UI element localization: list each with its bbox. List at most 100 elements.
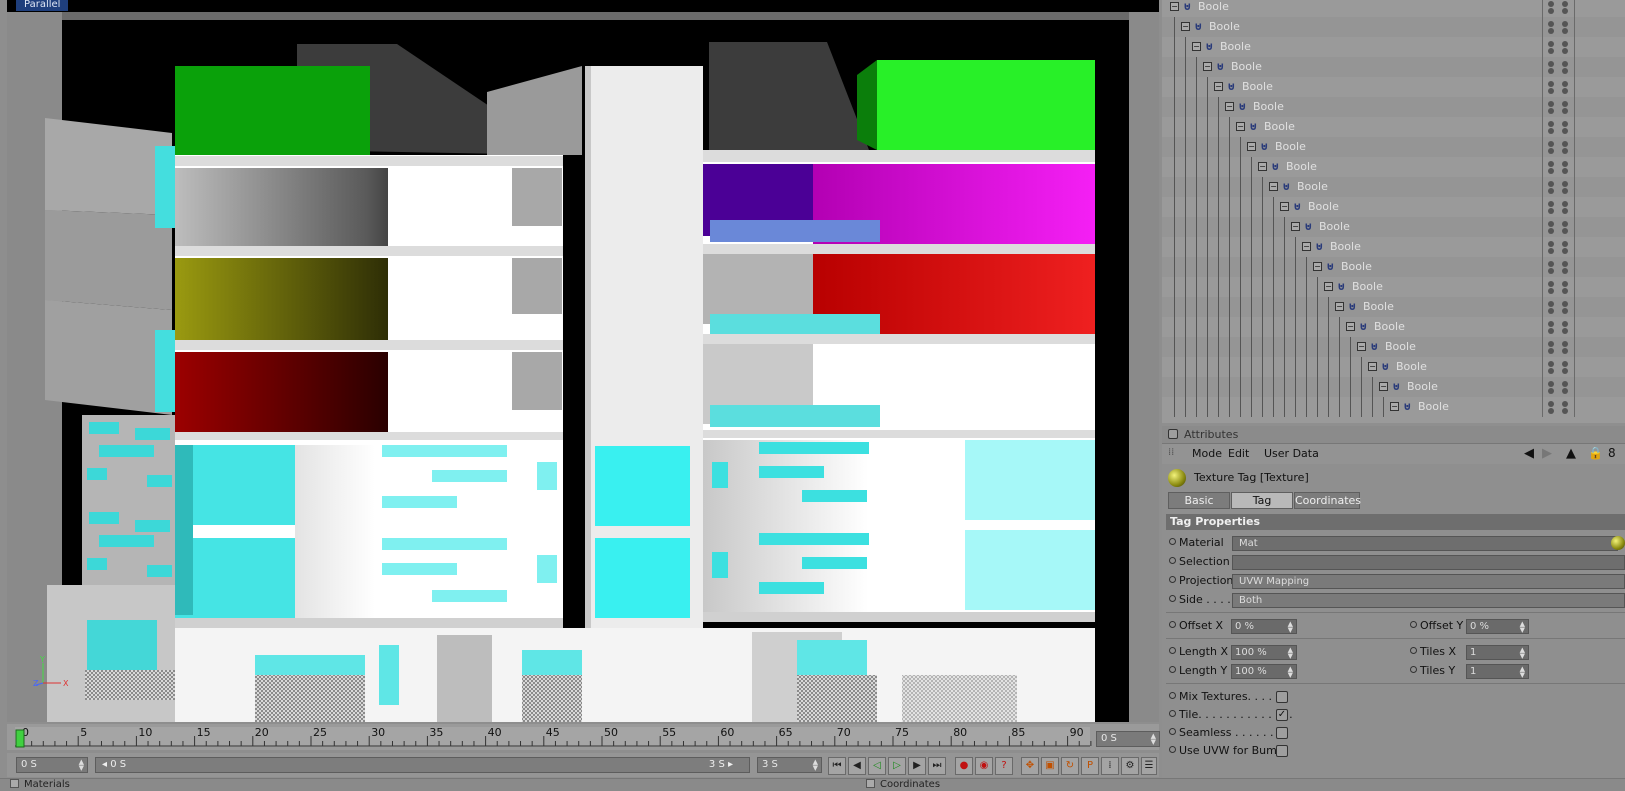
spinner-icon[interactable]: ▲ ▼	[1520, 621, 1525, 634]
play-backwards-button[interactable]: ◁	[868, 757, 886, 775]
tree-item[interactable]: − ⊍ Boole	[1162, 177, 1625, 197]
visibility-dot-icon[interactable]	[1548, 21, 1554, 27]
timeline-settings-icon[interactable]: ☰	[1141, 757, 1157, 775]
use-uvw-for-bump-checkbox[interactable]	[1276, 745, 1288, 757]
view-mode-label[interactable]: Parallel	[16, 0, 69, 11]
expand-collapse-icon[interactable]: −	[1335, 302, 1344, 311]
visibility-dot-icon[interactable]	[1548, 8, 1554, 14]
start-time-field[interactable]: 0 S ▲ ▼	[16, 757, 88, 773]
visibility-dot-icon[interactable]	[1548, 148, 1554, 154]
visibility-dot-icon[interactable]	[1548, 281, 1554, 287]
tree-item[interactable]: − ⊍ Boole	[1162, 337, 1625, 357]
tree-item[interactable]: − ⊍ Boole	[1162, 57, 1625, 77]
spinner-icon[interactable]: ▲ ▼	[1151, 733, 1156, 746]
expand-collapse-icon[interactable]: −	[1247, 142, 1256, 151]
visibility-dot-icon[interactable]	[1548, 121, 1554, 127]
visibility-dot-icon[interactable]	[1548, 201, 1554, 207]
tab-basic[interactable]: Basic	[1168, 492, 1230, 509]
visibility-dot-icon[interactable]	[1548, 301, 1554, 307]
expand-collapse-icon[interactable]: −	[1258, 162, 1267, 171]
visibility-dot-icon[interactable]	[1548, 401, 1554, 407]
visibility-dot-icon[interactable]	[1562, 61, 1568, 67]
visibility-dot-icon[interactable]	[1548, 368, 1554, 374]
visibility-dot-icon[interactable]	[1548, 288, 1554, 294]
visibility-dot-icon[interactable]	[1562, 1, 1568, 7]
visibility-dot-icon[interactable]	[1562, 68, 1568, 74]
visibility-dot-icon[interactable]	[1548, 381, 1554, 387]
visibility-dot-icon[interactable]	[1548, 48, 1554, 54]
tiles-x-field[interactable]: 1 ▲ ▼	[1466, 645, 1529, 660]
expand-collapse-icon[interactable]: −	[1390, 402, 1399, 411]
expand-collapse-icon[interactable]: −	[1170, 2, 1179, 11]
scheme-icon[interactable]: ⚙	[1121, 757, 1139, 775]
back-arrow-icon[interactable]: ◀	[1524, 446, 1534, 461]
visibility-dot-icon[interactable]	[1562, 308, 1568, 314]
play-forwards-button[interactable]: ▷	[888, 757, 906, 775]
menu-user-data[interactable]: User Data	[1264, 447, 1319, 460]
tiles-y-field[interactable]: 1 ▲ ▼	[1466, 664, 1529, 679]
expand-collapse-icon[interactable]: −	[1291, 222, 1300, 231]
spinner-icon[interactable]: ▲ ▼	[79, 759, 84, 772]
visibility-dot-icon[interactable]	[1548, 348, 1554, 354]
object-manager-tree[interactable]: − ⊍ Boole − ⊍ Boole − ⊍ Boole − ⊍ Boole − ⊍ Boole − ⊍ Boo…	[1162, 0, 1625, 423]
length-y-field[interactable]: 100 % ▲ ▼	[1231, 664, 1297, 679]
lock-icon[interactable]: 🔒	[1588, 446, 1603, 460]
tree-item[interactable]: − ⊍ Boole	[1162, 77, 1625, 97]
visibility-dot-icon[interactable]	[1562, 161, 1568, 167]
visibility-dot-icon[interactable]	[1562, 321, 1568, 327]
mix-textures-checkbox[interactable]	[1276, 691, 1288, 703]
visibility-dot-icon[interactable]	[1548, 141, 1554, 147]
side-dropdown[interactable]: Both	[1232, 593, 1625, 608]
visibility-dot-icon[interactable]	[1562, 148, 1568, 154]
scale-key-icon[interactable]: ▣	[1041, 757, 1059, 775]
keyframe-selection-icon[interactable]: ?	[995, 757, 1013, 775]
visibility-dot-icon[interactable]	[1562, 168, 1568, 174]
menu-mode[interactable]: Mode	[1192, 447, 1222, 460]
visibility-dot-icon[interactable]	[1548, 1, 1554, 7]
visibility-dot-icon[interactable]	[1562, 301, 1568, 307]
previous-frame-button[interactable]: ◀	[848, 757, 866, 775]
visibility-dot-icon[interactable]	[1548, 81, 1554, 87]
visibility-dot-icon[interactable]	[1548, 328, 1554, 334]
visibility-dot-icon[interactable]	[1562, 268, 1568, 274]
visibility-dot-icon[interactable]	[1548, 181, 1554, 187]
materials-manager-tab[interactable]: Materials	[10, 779, 70, 791]
visibility-dot-icon[interactable]	[1548, 88, 1554, 94]
new-manager-icon[interactable]: 8	[1608, 446, 1616, 460]
visibility-dot-icon[interactable]	[1548, 241, 1554, 247]
up-arrow-icon[interactable]: ▲	[1566, 446, 1576, 461]
visibility-dot-icon[interactable]	[1548, 41, 1554, 47]
visibility-dot-icon[interactable]	[1562, 81, 1568, 87]
autokeying-icon[interactable]: ◉	[975, 757, 993, 775]
tree-item[interactable]: − ⊍ Boole	[1162, 37, 1625, 57]
visibility-dot-icon[interactable]	[1548, 261, 1554, 267]
spinner-icon[interactable]: ▲ ▼	[1520, 666, 1525, 679]
offset-x-field[interactable]: 0 % ▲ ▼	[1231, 619, 1297, 634]
visibility-dot-icon[interactable]	[1562, 281, 1568, 287]
spinner-icon[interactable]: ▲ ▼	[1288, 666, 1293, 679]
expand-collapse-icon[interactable]: −	[1203, 62, 1212, 71]
visibility-dot-icon[interactable]	[1562, 328, 1568, 334]
visibility-dot-icon[interactable]	[1562, 128, 1568, 134]
expand-collapse-icon[interactable]: −	[1269, 182, 1278, 191]
visibility-dot-icon[interactable]	[1548, 168, 1554, 174]
coordinates-manager-tab[interactable]: Coordinates	[866, 779, 940, 791]
visibility-dot-icon[interactable]	[1548, 408, 1554, 414]
expand-collapse-icon[interactable]: −	[1225, 102, 1234, 111]
tree-item[interactable]: − ⊍ Boole	[1162, 297, 1625, 317]
visibility-dot-icon[interactable]	[1548, 128, 1554, 134]
tree-item[interactable]: − ⊍ Boole	[1162, 357, 1625, 377]
spinner-icon[interactable]: ▲ ▼	[1288, 621, 1293, 634]
length-x-field[interactable]: 100 % ▲ ▼	[1231, 645, 1297, 660]
expand-collapse-icon[interactable]: −	[1181, 22, 1190, 31]
projection-dropdown[interactable]: UVW Mapping	[1232, 574, 1625, 589]
expand-collapse-icon[interactable]: −	[1214, 82, 1223, 91]
tree-item[interactable]: − ⊍ Boole	[1162, 397, 1625, 417]
preview-range-slider[interactable]: ◂ 0 S 3 S ▸	[95, 757, 750, 773]
spinner-icon[interactable]: ▲ ▼	[1520, 647, 1525, 660]
tree-item[interactable]: − ⊍ Boole	[1162, 0, 1625, 17]
visibility-dot-icon[interactable]	[1548, 248, 1554, 254]
visibility-dot-icon[interactable]	[1562, 288, 1568, 294]
tree-item[interactable]: − ⊍ Boole	[1162, 157, 1625, 177]
visibility-dot-icon[interactable]	[1548, 208, 1554, 214]
